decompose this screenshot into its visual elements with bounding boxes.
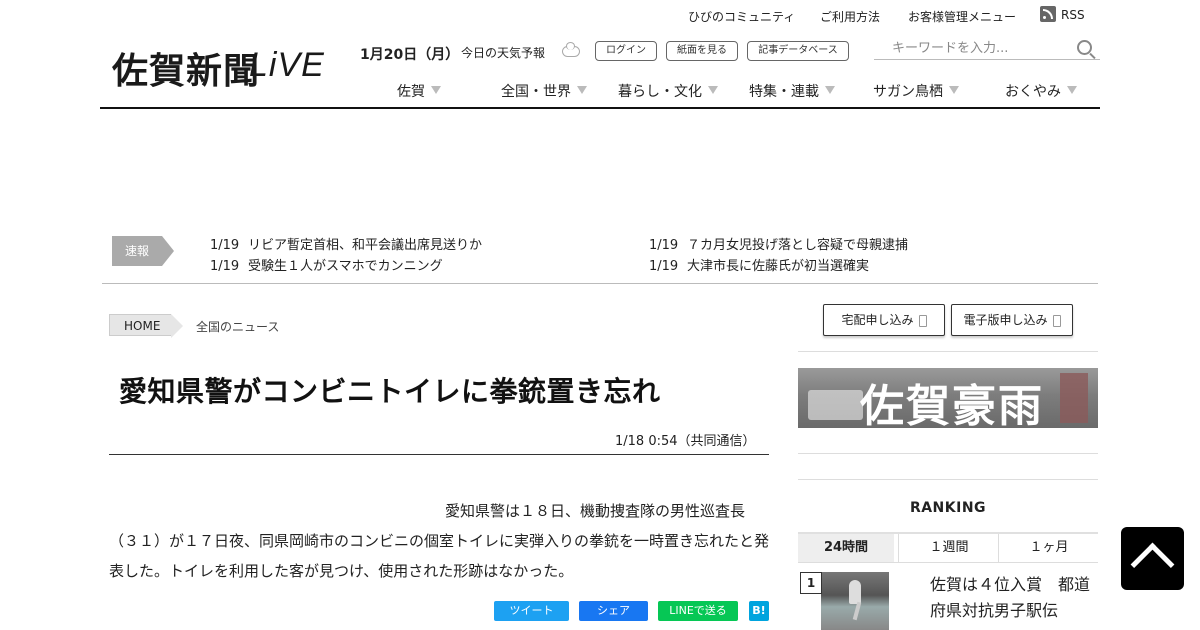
document-icon (918, 314, 927, 327)
article-body: 愛知県警は１８日、機動捜査隊の男性巡査長（３１）が１７日夜、同県岡崎市のコンビニ… (109, 496, 769, 586)
link-weather[interactable]: 今日の天気予報 (461, 44, 545, 61)
nav-life-culture[interactable]: 暮らし・文化 (618, 81, 718, 101)
breaking-date: 1/19 (649, 259, 679, 274)
banner-photo-sign (1060, 373, 1088, 423)
breaking-text: リビア暫定首相、和平会議出席見送りか (248, 238, 483, 253)
facebook-label: シェア (597, 604, 630, 617)
hatena-bookmark-button[interactable]: B! (749, 601, 769, 621)
nav-label: 暮らし・文化 (618, 84, 702, 100)
caret-down-icon (577, 86, 587, 94)
caret-down-icon (949, 86, 959, 94)
nav-label: おくやみ (1005, 84, 1061, 100)
link-account-menu[interactable]: お客様管理メニュー (908, 8, 1016, 25)
caret-down-icon (825, 86, 835, 94)
search-box (874, 37, 1100, 60)
breadcrumb-current[interactable]: 全国のニュース (196, 318, 279, 335)
site-logo-live[interactable]: LiVE (249, 46, 325, 85)
tweet-label: ツイート (509, 604, 554, 617)
ranking-tabs: 24時間 １週間 １ヶ月 (798, 532, 1098, 563)
breaking-item[interactable]: 1/19 大津市長に佐藤氏が初当選確実 (649, 255, 869, 274)
sidebar-divider (798, 351, 1098, 352)
tab-1month[interactable]: １ヶ月 (998, 534, 1099, 562)
ranking-title: RANKING (909, 500, 987, 516)
phone-icon (1052, 314, 1061, 327)
caret-down-icon (1067, 86, 1077, 94)
arrow-up-icon (1130, 542, 1175, 587)
back-to-top-button[interactable] (1121, 527, 1184, 590)
breaking-text: 受験生１人がスマホでカンニング (248, 259, 443, 274)
digital-edition-label: 電子版申し込み (963, 313, 1048, 327)
runner-figure (849, 580, 861, 604)
banner-title: 佐賀豪雨 (860, 381, 1044, 428)
rss-icon[interactable] (1040, 6, 1056, 22)
caret-down-icon (431, 86, 441, 94)
cloud-icon (562, 42, 580, 57)
breaking-item[interactable]: 1/19 ７カ月女児投げ落とし容疑で母親逮捕 (649, 234, 908, 253)
nav-label: 佐賀 (397, 84, 425, 100)
tweet-button[interactable]: ツイート (494, 601, 569, 621)
current-date: 1月20日（月） (360, 47, 460, 63)
article-headline: 愛知県警がコンビニトイレに拳銃置き忘れ (119, 375, 661, 408)
link-community[interactable]: ひびのコミュニティ (688, 8, 795, 25)
tab-24h[interactable]: 24時間 (798, 534, 894, 562)
nav-divider (100, 107, 1100, 109)
link-guide[interactable]: ご利用方法 (820, 8, 880, 25)
headline-divider (109, 454, 769, 455)
nav-label: 特集・連載 (749, 84, 819, 100)
line-send-button[interactable]: LINEで送る (658, 601, 738, 621)
breaking-divider (102, 283, 1098, 284)
banner-photo-car (808, 390, 863, 420)
digital-edition-button[interactable]: 電子版申し込み (951, 304, 1073, 336)
login-button[interactable]: ログイン (595, 41, 657, 61)
link-rss[interactable]: RSS (1061, 8, 1085, 22)
breaking-news-label: 速報 (112, 236, 174, 266)
facebook-share-button[interactable]: シェア (579, 601, 648, 621)
nav-label: サガン鳥栖 (873, 84, 943, 100)
ranking-thumbnail[interactable] (821, 572, 889, 630)
view-paper-button[interactable]: 紙面を見る (666, 41, 738, 61)
breaking-date: 1/19 (210, 259, 240, 274)
breaking-text: ７カ月女児投げ落とし容疑で母親逮捕 (687, 238, 909, 253)
nav-national-world[interactable]: 全国・世界 (501, 81, 587, 101)
nav-label: 全国・世界 (501, 84, 571, 100)
search-input[interactable] (874, 38, 1072, 59)
article-paragraph: 愛知県警は１８日、機動捜査隊の男性巡査長（３１）が１７日夜、同県岡崎市のコンビニ… (109, 502, 770, 580)
tab-1week[interactable]: １週間 (898, 534, 999, 562)
sidebar-divider (798, 479, 1098, 480)
home-delivery-label: 宅配申し込み (841, 313, 914, 327)
ranking-number: 1 (800, 572, 822, 594)
breadcrumb-home[interactable]: HOME (109, 314, 183, 338)
breaking-text: 大津市長に佐藤氏が初当選確実 (687, 259, 870, 274)
article-dateline: 1/18 0:54（共同通信） (615, 434, 756, 449)
ranking-item-title[interactable]: 佐賀は４位入賞 都道府県対抗男子駅伝 (930, 572, 1090, 624)
nav-saga[interactable]: 佐賀 (397, 81, 441, 101)
runner-leg (852, 601, 862, 621)
article-database-button[interactable]: 記事データベース (747, 41, 849, 61)
saga-heavy-rain-banner[interactable]: 佐賀豪雨 (798, 368, 1098, 428)
search-icon[interactable] (1077, 40, 1092, 55)
site-logo[interactable]: 佐賀新聞 (112, 42, 260, 94)
home-delivery-button[interactable]: 宅配申し込み (823, 304, 945, 336)
sidebar-divider (798, 453, 1098, 454)
nav-sagan-tosu[interactable]: サガン鳥栖 (873, 81, 959, 101)
nav-obituaries[interactable]: おくやみ (1005, 81, 1077, 101)
breaking-date: 1/19 (210, 238, 240, 253)
nav-features[interactable]: 特集・連載 (749, 81, 835, 101)
breaking-item[interactable]: 1/19 受験生１人がスマホでカンニング (210, 255, 443, 274)
breaking-date: 1/19 (649, 238, 679, 253)
caret-down-icon (708, 86, 718, 94)
line-label: LINEで送る (669, 604, 727, 617)
breaking-item[interactable]: 1/19 リビア暫定首相、和平会議出席見送りか (210, 234, 482, 253)
